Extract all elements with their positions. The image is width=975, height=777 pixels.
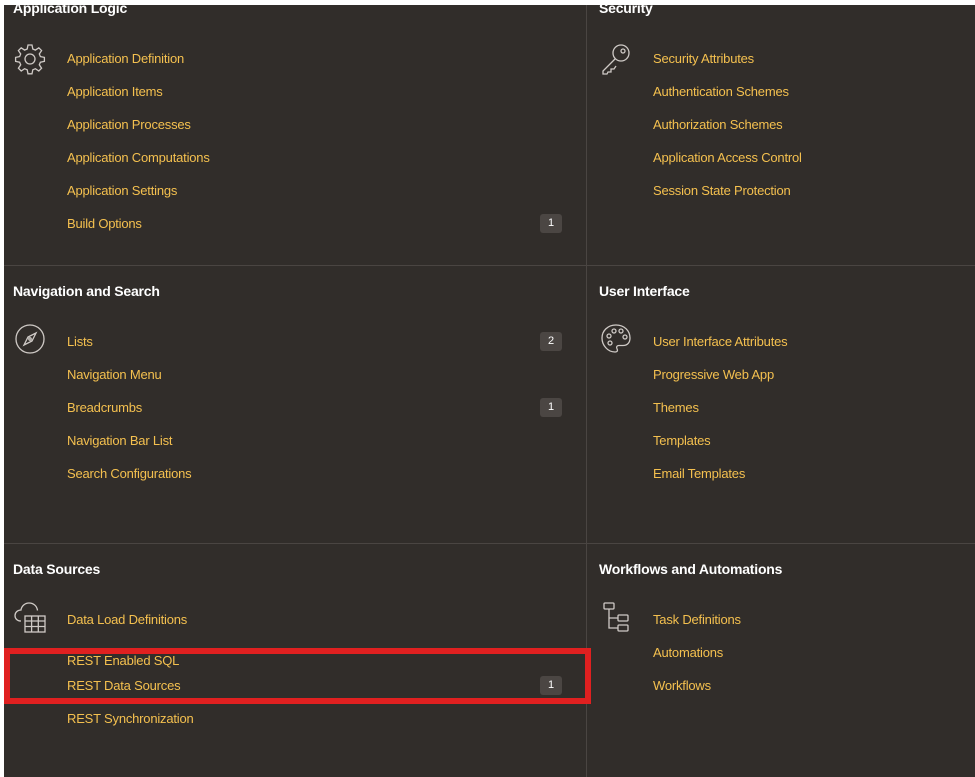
link-navigation-menu[interactable]: Navigation Menu xyxy=(67,367,162,382)
list-item: Templates xyxy=(653,432,787,465)
count-badge: 1 xyxy=(540,214,562,233)
panel-security: Security Security Attributes Authenticat… xyxy=(587,0,975,266)
link-templates[interactable]: Templates xyxy=(653,433,711,448)
shared-components-grid: Application Logic Application Definition… xyxy=(4,0,975,777)
link-progressive-web-app[interactable]: Progressive Web App xyxy=(653,367,774,382)
link-user-interface-attributes[interactable]: User Interface Attributes xyxy=(653,334,788,349)
count-badge: 1 xyxy=(540,398,562,417)
list-item: Application Settings xyxy=(67,182,210,215)
link-workflows[interactable]: Workflows xyxy=(653,678,711,693)
panel-application-logic: Application Logic Application Definition… xyxy=(4,0,587,266)
list-item: Application Processes xyxy=(67,116,210,149)
list-item: Data Load Definitions xyxy=(67,611,194,644)
link-application-computations[interactable]: Application Computations xyxy=(67,150,210,165)
list-item: Automations xyxy=(653,644,741,677)
hierarchy-icon xyxy=(603,602,629,632)
list-item: Themes xyxy=(653,399,787,432)
list-item: Navigation Bar List xyxy=(67,432,191,465)
list-item: Task Definitions xyxy=(653,611,741,644)
compass-icon xyxy=(15,324,45,354)
key-icon xyxy=(602,44,630,75)
panel-workflows-and-automations: Workflows and Automations Task Definitio… xyxy=(587,544,975,777)
list-item: Email Templates xyxy=(653,465,787,498)
link-search-configurations[interactable]: Search Configurations xyxy=(67,466,192,481)
link-application-access-control[interactable]: Application Access Control xyxy=(653,150,802,165)
list-item: Search Configurations xyxy=(67,465,192,498)
panel-title: Workflows and Automations xyxy=(599,561,783,577)
link-data-load-definitions[interactable]: Data Load Definitions xyxy=(67,612,187,627)
list-item: Workflows xyxy=(653,677,741,710)
gear-icon xyxy=(14,44,46,75)
link-application-processes[interactable]: Application Processes xyxy=(67,117,191,132)
list-item: Application Definition xyxy=(67,50,210,83)
list-item: Navigation Menu xyxy=(67,366,191,399)
list-item: Authorization Schemes xyxy=(653,116,802,149)
list-item: Lists 2 xyxy=(67,332,562,366)
palette-icon xyxy=(601,324,631,353)
panel-title: Application Logic xyxy=(13,0,128,16)
link-rest-data-sources[interactable]: REST Data Sources xyxy=(67,678,181,693)
link-themes[interactable]: Themes xyxy=(653,400,699,415)
panel-data-sources: Data Sources Data Load Definitions REST … xyxy=(4,544,587,777)
list-item: Build Options 1 xyxy=(67,214,562,248)
link-authentication-schemes[interactable]: Authentication Schemes xyxy=(653,84,789,99)
link-rest-enabled-sql[interactable]: REST Enabled SQL xyxy=(67,652,179,670)
list-item: REST Data Sources 1 xyxy=(67,676,562,710)
link-email-templates[interactable]: Email Templates xyxy=(653,466,745,481)
list-item: Session State Protection xyxy=(653,182,802,215)
list-item: Application Access Control xyxy=(653,149,802,182)
list-item: Authentication Schemes xyxy=(653,83,802,116)
panel-navigation-and-search: Navigation and Search Lists 2 Navigation … xyxy=(4,266,587,544)
panel-title: Security xyxy=(599,0,653,16)
cloud-table-icon xyxy=(14,602,46,633)
list-item: Breadcrumbs 1 xyxy=(67,398,562,432)
link-breadcrumbs[interactable]: Breadcrumbs xyxy=(67,400,142,415)
count-badge: 2 xyxy=(540,332,562,351)
panel-user-interface: User Interface User Interface Attributes… xyxy=(587,266,975,544)
link-authorization-schemes[interactable]: Authorization Schemes xyxy=(653,117,783,132)
link-build-options[interactable]: Build Options xyxy=(67,216,142,231)
list-item: Security Attributes xyxy=(653,50,802,83)
panel-title: Data Sources xyxy=(13,561,101,577)
list-item: Application Items xyxy=(67,83,210,116)
link-lists[interactable]: Lists xyxy=(67,334,93,349)
link-task-definitions[interactable]: Task Definitions xyxy=(653,612,741,627)
link-security-attributes[interactable]: Security Attributes xyxy=(653,51,754,66)
link-application-items[interactable]: Application Items xyxy=(67,84,163,99)
link-rest-synchronization[interactable]: REST Synchronization xyxy=(67,711,194,726)
count-badge: 1 xyxy=(540,676,562,695)
link-session-state-protection[interactable]: Session State Protection xyxy=(653,183,791,198)
list-item: REST Enabled SQL xyxy=(67,644,194,677)
link-navigation-bar-list[interactable]: Navigation Bar List xyxy=(67,433,173,448)
panel-title: Navigation and Search xyxy=(13,283,160,299)
list-item: Progressive Web App xyxy=(653,366,787,399)
link-automations[interactable]: Automations xyxy=(653,645,723,660)
link-application-settings[interactable]: Application Settings xyxy=(67,183,177,198)
list-item: User Interface Attributes xyxy=(653,333,788,366)
link-application-definition[interactable]: Application Definition xyxy=(67,51,184,66)
list-item: REST Synchronization xyxy=(67,710,194,743)
list-item: Application Computations xyxy=(67,149,210,182)
panel-title: User Interface xyxy=(599,283,690,299)
